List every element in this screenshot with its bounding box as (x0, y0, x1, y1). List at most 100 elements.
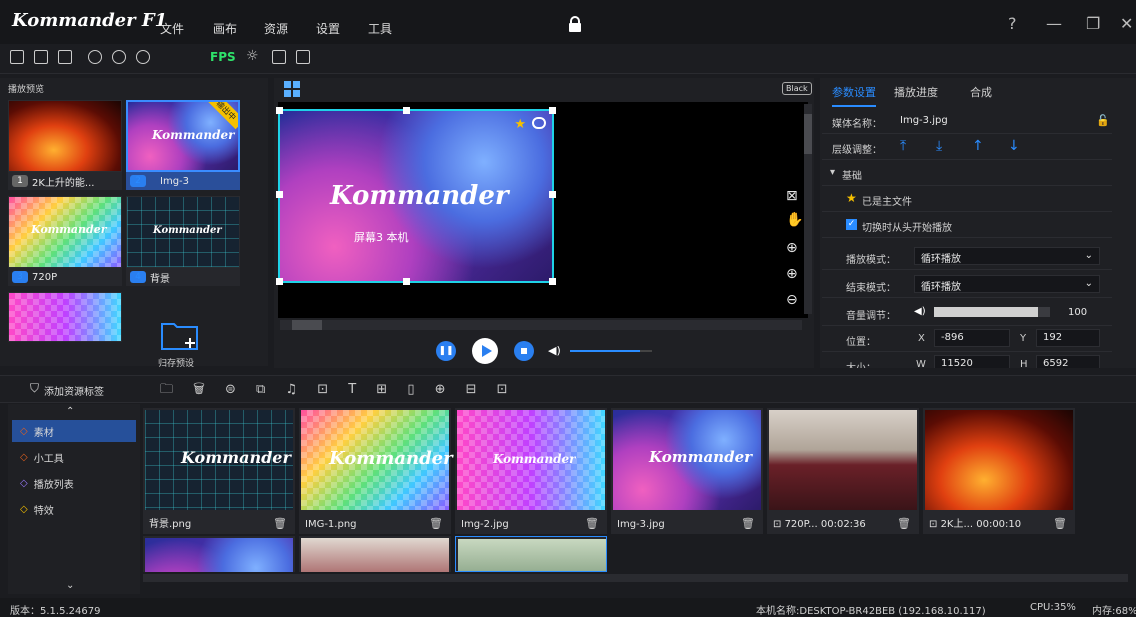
playlist-thumb-2[interactable]: Kommander 输出中 (126, 100, 240, 172)
grid-view-icon[interactable] (284, 81, 300, 97)
volume-icon[interactable]: ◀) (914, 306, 926, 317)
section-basic[interactable]: ▾ 基础 (822, 160, 1112, 186)
tab-progress[interactable]: 播放进度 (894, 84, 938, 100)
tab-compose[interactable]: 合成 (970, 84, 992, 100)
save-icon[interactable] (58, 50, 72, 64)
resize-handle[interactable] (549, 278, 556, 285)
add-tag-button[interactable]: 添加资源标签 (44, 383, 104, 398)
zoom-out-icon[interactable]: ⊖ (786, 292, 798, 308)
add-tag-icon[interactable]: ⛉ (30, 381, 39, 396)
trash-icon[interactable]: 🗑 (741, 517, 755, 530)
vertical-scrollbar[interactable] (804, 104, 812, 314)
resize-handle[interactable] (403, 107, 410, 114)
close-box-icon[interactable] (296, 50, 310, 64)
menu-tools[interactable]: 工具 (368, 20, 392, 37)
category-materials[interactable]: ◇ 素材 (12, 420, 136, 442)
menu-settings[interactable]: 设置 (316, 20, 340, 37)
category-effects[interactable]: ◇ 特效 (12, 498, 136, 520)
pan-hand-icon[interactable]: ✋ (786, 212, 803, 228)
h-input[interactable]: 6592 (1036, 355, 1100, 368)
tab-params[interactable]: 参数设置 (832, 84, 876, 107)
asset-tile[interactable]: Kommander IMG-1.png 🗑 (299, 408, 453, 534)
main-file-label: 已是主文件 (862, 197, 912, 208)
trash-icon[interactable]: 🗑 (585, 517, 599, 530)
playlist-thumb-1[interactable] (8, 100, 122, 172)
zoom-in-icon[interactable] (88, 50, 102, 64)
asset-tile[interactable]: Kommander Img-2.jpg 🗑 (455, 408, 607, 534)
asset-tile[interactable] (143, 536, 295, 572)
playlist-item-4[interactable]: 4 背景 (126, 268, 240, 286)
y-input[interactable]: 192 (1036, 329, 1100, 347)
fit-icon[interactable] (136, 50, 150, 64)
menu-file[interactable]: 文件 (160, 20, 184, 37)
resize-handle[interactable] (276, 278, 283, 285)
trash-icon[interactable]: 🗑 (429, 517, 443, 530)
unlock-icon[interactable]: 🔓 (1096, 114, 1110, 127)
help-icon[interactable]: ? (1008, 14, 1017, 33)
center-icon[interactable]: ⊕ (786, 240, 798, 256)
scroll-down-icon[interactable]: ⌄ (66, 580, 74, 591)
move-up-icon[interactable]: ↑ (972, 138, 984, 154)
brightness-icon[interactable]: ☼ (246, 48, 259, 64)
playlist-item-1[interactable]: 1 2K上升的能... (8, 172, 122, 190)
black-toggle[interactable]: Black (782, 82, 812, 95)
minimize-icon[interactable]: — (1046, 14, 1062, 33)
w-input[interactable]: 11520 (934, 355, 1010, 368)
category-widgets[interactable]: ◇ 小工具 (12, 446, 136, 468)
move-top-icon[interactable]: ⤒ (900, 138, 906, 154)
horizontal-scrollbar[interactable] (280, 320, 802, 330)
move-bottom-icon[interactable]: ⤓ (936, 138, 942, 154)
move-down-icon[interactable]: ↓ (1008, 138, 1020, 154)
new-file-icon[interactable] (10, 50, 24, 64)
asset-tile[interactable]: Kommander 背景.png 🗑 (143, 408, 295, 534)
zoom-out-icon[interactable] (112, 50, 126, 64)
asset-tile[interactable] (299, 536, 451, 572)
trash-icon[interactable]: 🗑 (273, 517, 287, 530)
menu-canvas[interactable]: 画布 (213, 20, 237, 37)
playlist-thumb-3[interactable]: Kommander (8, 196, 122, 268)
scroll-up-icon[interactable]: ⌃ (66, 406, 74, 417)
playlist-thumb-4[interactable]: Kommander (126, 196, 240, 268)
lock-icon[interactable] (568, 16, 582, 32)
volume-slider[interactable] (934, 307, 1050, 317)
volume-label: 音量调节： (846, 311, 896, 322)
horizontal-scrollbar[interactable] (143, 574, 1128, 582)
playlist-thumb-5[interactable] (8, 292, 122, 342)
resource-tools[interactable]: 🗀 🗑 ⊜ ⧉ ♫ ⊡ T ⊞ ▯ ⊕ ⊟ ⊡ (160, 380, 516, 402)
fps-toggle[interactable]: FPS (210, 50, 236, 64)
restart-checkbox[interactable]: ✓ (846, 219, 857, 230)
close-icon[interactable]: ✕ (1120, 14, 1133, 33)
trash-icon[interactable]: 🗑 (1053, 517, 1067, 530)
resize-handle[interactable] (276, 191, 283, 198)
playlist-item-3[interactable]: 3 720P (8, 268, 122, 286)
asset-tile[interactable] (455, 536, 607, 572)
preview-volume-slider[interactable] (570, 350, 652, 352)
play-button[interactable] (472, 338, 498, 364)
playlist-item-2[interactable]: 2 Img-3 (126, 172, 240, 190)
resize-handle[interactable] (549, 107, 556, 114)
resize-handle[interactable] (276, 107, 283, 114)
loop-icon[interactable] (532, 117, 546, 129)
trash-icon[interactable]: 🗑 (897, 517, 911, 530)
resize-handle[interactable] (403, 278, 410, 285)
category-playlists[interactable]: ◇ 播放列表 (12, 472, 136, 494)
asset-tile[interactable]: Kommander Img-3.jpg 🗑 (611, 408, 763, 534)
asset-tile[interactable]: ⊡ 2K上... 00:00:10 🗑 (923, 408, 1075, 534)
new-group-icon[interactable] (160, 318, 200, 352)
pause-button[interactable]: ❚❚ (436, 341, 456, 361)
stop-button[interactable] (514, 341, 534, 361)
end-mode-select[interactable]: 循环播放 ⌄ (914, 275, 1100, 293)
play-mode-select[interactable]: 循环播放 ⌄ (914, 247, 1100, 265)
stage-screen[interactable]: Kommander 屏幕3 本机 ★ (276, 107, 556, 285)
open-folder-icon[interactable] (34, 50, 48, 64)
restore-icon[interactable]: ❐ (1086, 14, 1100, 33)
fit-screen-icon[interactable]: ⊠ (786, 188, 798, 204)
zoom-in-icon[interactable]: ⊕ (786, 266, 798, 282)
asset-tile[interactable]: ⊡ 720P... 00:02:36 🗑 (767, 408, 919, 534)
volume-icon[interactable]: ◀) (548, 344, 561, 357)
menu-resources[interactable]: 资源 (264, 20, 288, 37)
x-input[interactable]: -896 (934, 329, 1010, 347)
star-icon[interactable]: ★ (514, 117, 526, 132)
resize-handle[interactable] (549, 191, 556, 198)
message-icon[interactable] (272, 50, 286, 64)
